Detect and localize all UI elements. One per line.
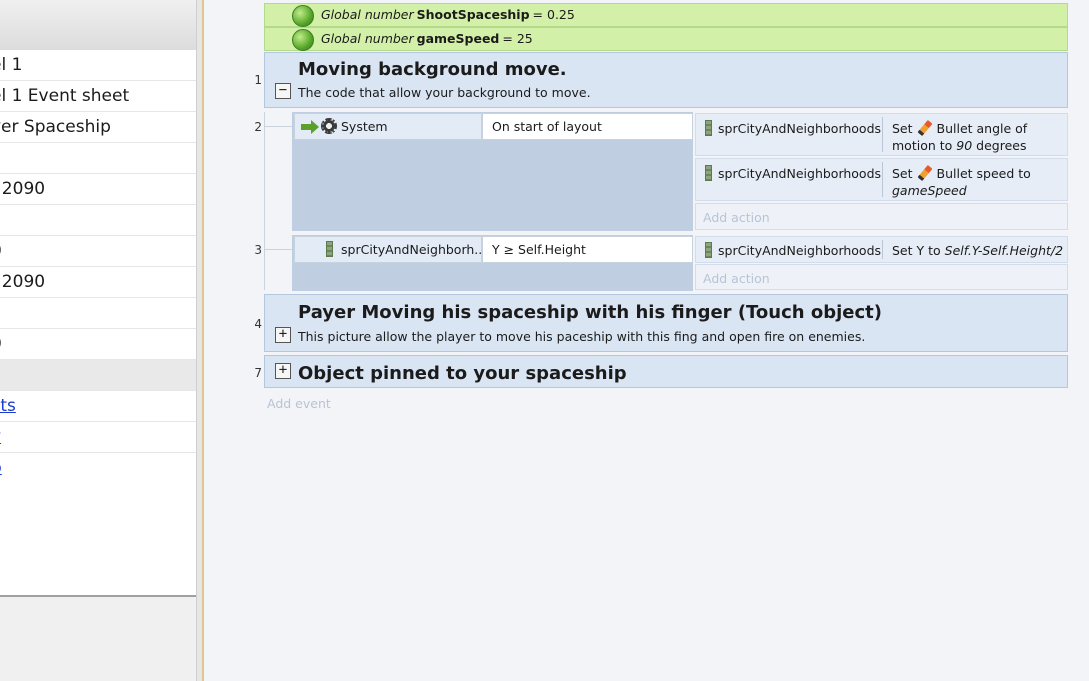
add-event-link[interactable]: Add event: [267, 396, 331, 411]
property-row[interactable]: [0, 205, 196, 236]
action-row[interactable]: sprCityAndNeighborhoods Set Bullet speed…: [695, 158, 1068, 201]
sprite-icon: [705, 242, 712, 258]
gear-icon: [321, 118, 337, 134]
property-link[interactable]: p: [0, 458, 2, 478]
tree-line: [264, 112, 265, 290]
event-number: 2: [254, 120, 262, 134]
globe-icon: [292, 29, 314, 51]
group-title: Payer Moving his spaceship with his fing…: [298, 302, 882, 323]
group-description: This picture allow the player to move hi…: [298, 329, 866, 344]
variable-value: = 25: [502, 31, 533, 46]
action-row[interactable]: sprCityAndNeighborhoods Set Bullet angle…: [695, 113, 1068, 156]
property-row[interactable]: [0, 143, 196, 174]
property-value: 0: [0, 329, 2, 359]
group-description: The code that allow your background to m…: [298, 85, 591, 100]
variable-name: gameSpeed: [416, 31, 500, 46]
globe-icon: [292, 5, 314, 27]
variable-kind: Global number: [321, 31, 414, 46]
action-separator: [882, 117, 883, 152]
action-separator: [882, 240, 883, 259]
action-object: sprCityAndNeighborhoods: [718, 121, 882, 136]
sprite-icon: [705, 120, 712, 136]
event-sheet[interactable]: Global number ShootSpaceship = 0.25 Global…: [204, 0, 1089, 681]
property-row[interactable]: [0, 298, 196, 329]
property-value: el 1 Event sheet: [0, 86, 130, 106]
property-row[interactable]: , 2090: [0, 174, 196, 205]
tree-line: [264, 126, 292, 127]
event-number: 1: [254, 73, 262, 87]
sprite-icon: [326, 241, 333, 257]
panel-splitter[interactable]: [0, 595, 196, 597]
action-verb: Set: [892, 166, 913, 181]
event-number: 7: [254, 366, 262, 380]
action-object: sprCityAndNeighborhoods: [718, 243, 882, 258]
action-description: Set Bullet angle of motion to 90 degrees: [892, 120, 1061, 154]
condition-object-cell[interactable]: sprCityAndNeighborh...: [294, 236, 482, 263]
action-separator: [882, 162, 883, 197]
action-text: degrees: [976, 138, 1027, 153]
event-group[interactable]: Moving background move. − The code that …: [264, 52, 1068, 108]
property-row[interactable]: el 1 Event sheet: [0, 81, 196, 112]
properties-panel: el 1 el 1 Event sheet yer Spaceship , 20…: [0, 0, 196, 681]
property-value: 0: [0, 236, 2, 266]
bullet-behavior-icon: [917, 165, 933, 181]
collapse-toggle[interactable]: −: [275, 83, 291, 99]
property-row[interactable]: el 1: [0, 50, 196, 81]
panel-header: [0, 0, 196, 50]
event-number: 3: [254, 243, 262, 257]
property-value: el 1: [0, 55, 23, 75]
pane-divider[interactable]: [196, 0, 204, 681]
sprite-icon: [705, 165, 712, 181]
variable-name: ShootSpaceship: [416, 7, 530, 22]
action-text: Bullet speed to: [936, 166, 1031, 181]
condition-text[interactable]: Y ≥ Self.Height: [482, 236, 693, 263]
variable-value: = 0.25: [532, 7, 575, 22]
property-row[interactable]: , 2090: [0, 267, 196, 298]
property-link-row[interactable]: v: [0, 422, 196, 453]
variable-kind: Global number: [321, 7, 414, 22]
property-link-row[interactable]: p: [0, 453, 196, 484]
action-description: Set Y to Self.Y-Self.Height/2: [892, 242, 1064, 259]
condition-object: System: [341, 119, 388, 134]
property-value: yer Spaceship: [0, 117, 111, 137]
property-row[interactable]: 0: [0, 236, 196, 267]
global-variable-row[interactable]: Global number gameSpeed = 25: [264, 27, 1068, 51]
property-link-row[interactable]: cts: [0, 391, 196, 422]
group-title: Moving background move.: [298, 59, 567, 80]
add-action-row[interactable]: Add action: [695, 264, 1068, 290]
bullet-behavior-icon: [917, 120, 933, 136]
add-action-link[interactable]: Add action: [703, 209, 770, 226]
global-variable-row[interactable]: Global number ShootSpaceship = 0.25: [264, 3, 1068, 27]
property-row[interactable]: 0: [0, 329, 196, 360]
tree-line: [264, 249, 292, 250]
trigger-arrow-icon: [301, 120, 319, 134]
action-text: Set Y to: [892, 243, 941, 258]
event-group[interactable]: Payer Moving his spaceship with his fing…: [264, 294, 1068, 352]
expand-toggle[interactable]: +: [275, 327, 291, 343]
group-title: Object pinned to your spaceship: [298, 363, 627, 384]
property-value: , 2090: [0, 179, 46, 199]
action-verb: Set: [892, 121, 913, 136]
property-link[interactable]: cts: [0, 396, 16, 416]
condition-object: sprCityAndNeighborh...: [341, 242, 482, 257]
action-param: gameSpeed: [892, 183, 967, 198]
event-number: 4: [254, 317, 262, 331]
action-object: sprCityAndNeighborhoods: [718, 166, 882, 181]
condition-text[interactable]: On start of layout: [482, 113, 693, 140]
property-link[interactable]: v: [0, 427, 1, 447]
action-row[interactable]: sprCityAndNeighborhoods Set Y to Self.Y-…: [695, 236, 1068, 263]
property-value: , 2090: [0, 272, 46, 292]
property-category: [0, 360, 196, 391]
panel-empty-area: [0, 483, 196, 595]
action-param: 90: [956, 138, 973, 153]
event-group[interactable]: + Object pinned to your spaceship: [264, 355, 1068, 388]
property-row[interactable]: yer Spaceship: [0, 112, 196, 143]
action-description: Set Bullet speed to gameSpeed: [892, 165, 1061, 199]
action-param: Self.Y-Self.Height/2: [944, 243, 1064, 258]
add-action-link[interactable]: Add action: [703, 270, 770, 287]
add-action-row[interactable]: Add action: [695, 203, 1068, 230]
condition-object-cell[interactable]: System: [294, 113, 482, 140]
expand-toggle[interactable]: +: [275, 363, 291, 379]
